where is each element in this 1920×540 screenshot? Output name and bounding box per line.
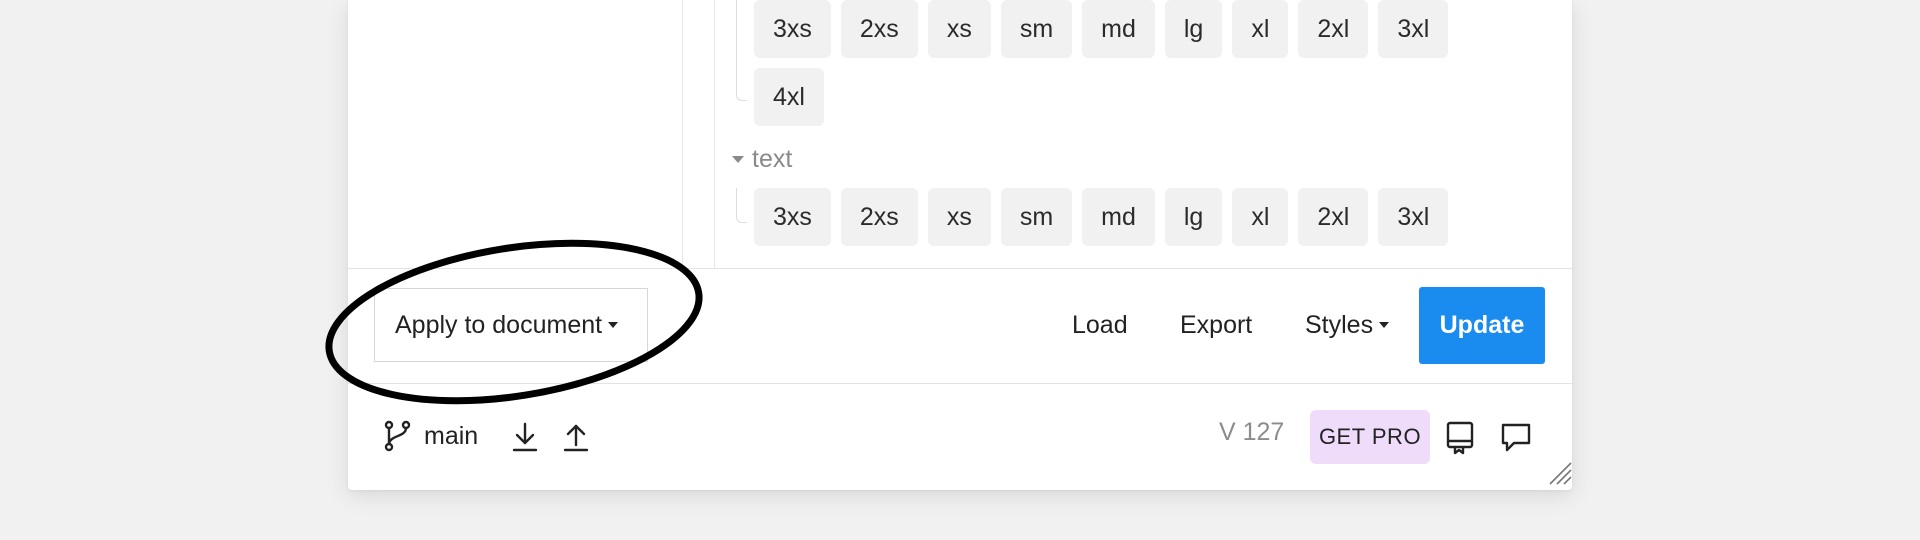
styles-button[interactable]: Styles [1305, 288, 1390, 362]
chip-lg[interactable]: lg [1164, 0, 1223, 58]
toolbar-divider [348, 268, 1572, 269]
group-title-label: text [752, 145, 793, 173]
dropdown-caret-icon [1379, 322, 1390, 328]
chip-2xl[interactable]: 2xl [1298, 0, 1369, 58]
dropdown-caret-icon [608, 322, 619, 328]
chip-sm[interactable]: sm [1000, 188, 1073, 246]
branch-label: main [424, 421, 479, 450]
chip-xl[interactable]: xl [1232, 188, 1289, 246]
chip-list-text: 3xs 2xs xs sm md lg xl 2xl 3xl [754, 188, 1494, 246]
group-connector [736, 0, 747, 101]
group-connector [736, 188, 747, 223]
chip-list-first: 3xs 2xs xs sm md lg xl 2xl 3xl 4xl [754, 0, 1494, 126]
tree-guide-line [714, 0, 715, 268]
get-pro-button[interactable]: GET PRO [1310, 410, 1430, 464]
export-button[interactable]: Export [1180, 288, 1252, 362]
chip-3xl[interactable]: 3xl [1378, 0, 1449, 58]
apply-label: Apply to document [395, 310, 603, 339]
load-button[interactable]: Load [1072, 288, 1128, 362]
chip-2xs[interactable]: 2xs [840, 0, 918, 58]
footer-divider [348, 383, 1572, 384]
chip-2xl[interactable]: 2xl [1298, 188, 1369, 246]
styles-label: Styles [1305, 310, 1374, 339]
chip-3xs[interactable]: 3xs [754, 188, 831, 246]
chip-4xl[interactable]: 4xl [754, 68, 824, 126]
chip-xs[interactable]: xs [927, 0, 991, 58]
branch-icon [382, 420, 412, 452]
chip-3xl[interactable]: 3xl [1378, 188, 1449, 246]
chip-md[interactable]: md [1082, 0, 1155, 58]
chip-xs[interactable]: xs [927, 188, 991, 246]
download-icon[interactable] [512, 421, 538, 453]
left-column [348, 0, 683, 268]
library-icon[interactable] [1445, 421, 1475, 455]
update-button[interactable]: Update [1419, 287, 1545, 364]
chip-sm[interactable]: sm [1000, 0, 1073, 58]
chip-lg[interactable]: lg [1164, 188, 1223, 246]
chip-3xs[interactable]: 3xs [754, 0, 831, 58]
upload-icon[interactable] [563, 421, 589, 453]
version-label: V 127 [1219, 418, 1285, 446]
chip-xl[interactable]: xl [1232, 0, 1289, 58]
branch-selector[interactable]: main [382, 420, 478, 452]
chip-2xs[interactable]: 2xs [840, 188, 918, 246]
plugin-panel: 3xs 2xs xs sm md lg xl 2xl 3xl 4xl text … [348, 0, 1572, 490]
collapse-triangle-icon [732, 156, 744, 163]
resize-grip-icon[interactable] [1544, 457, 1572, 490]
apply-to-document-button[interactable]: Apply to document [374, 288, 648, 362]
group-toggle-text[interactable]: text [732, 145, 792, 174]
comment-icon[interactable] [1500, 421, 1532, 453]
chip-md[interactable]: md [1082, 188, 1155, 246]
